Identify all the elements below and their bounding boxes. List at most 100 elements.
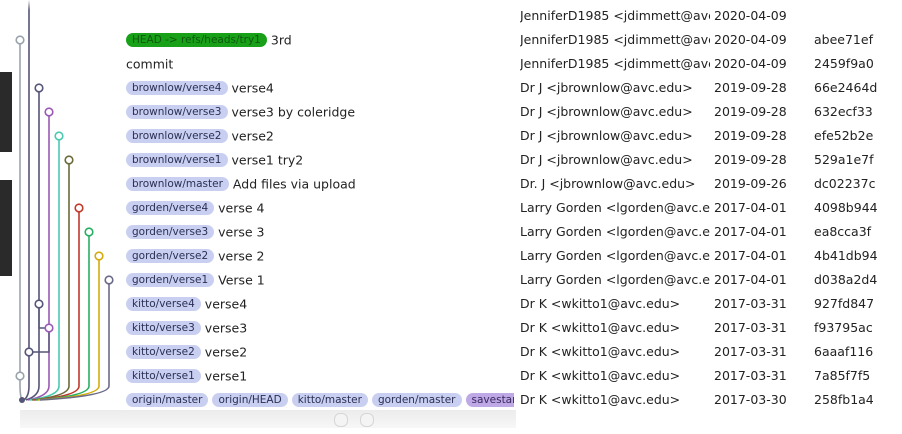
branch-ref-badge[interactable]: brownlow/verse1 bbox=[126, 152, 228, 167]
commit-date: 2019-09-28 bbox=[714, 104, 787, 119]
commit-subject: brownlow/verse4 verse4 bbox=[126, 76, 514, 100]
commit-date: 2019-09-28 bbox=[714, 152, 787, 167]
head-ref-badge[interactable]: HEAD -> refs/heads/try1 bbox=[126, 32, 267, 47]
commit-subject: origin/master origin/HEAD kitto/master gord… bbox=[126, 388, 514, 412]
branch-ref-badge[interactable]: gorden/verse2 bbox=[126, 248, 215, 263]
commit-subject: brownlow/verse2 verse2 bbox=[126, 124, 514, 148]
branch-ref-badge[interactable]: kitto/master bbox=[291, 392, 368, 407]
commit-subject: kitto/verse3 verse3 bbox=[126, 316, 514, 340]
commit-message: verse1 bbox=[204, 368, 248, 384]
commit-hash: 529a1e7f bbox=[814, 152, 874, 167]
commit-author: Dr. J <jbrownlow@avc.edu> bbox=[520, 176, 696, 191]
branch-ref-badge[interactable]: gorden/master bbox=[371, 392, 462, 407]
branch-ref-badge[interactable]: kitto/verse1 bbox=[126, 368, 201, 383]
commit-hash: 927fd847 bbox=[814, 296, 875, 311]
commit-subject: gorden/verse4 verse 4 bbox=[126, 196, 514, 220]
branch-ref-badge[interactable]: origin/master bbox=[126, 392, 209, 407]
commit-subject: kitto/verse4 verse4 bbox=[126, 292, 514, 316]
commit-row[interactable]: gorden/verse2 verse 2 Larry Gorden <lgorde… bbox=[0, 244, 902, 268]
commit-subject: HEAD -> refs/heads/try1 3rd bbox=[126, 28, 514, 52]
commit-author: Dr J <jbrownlow@avc.edu> bbox=[520, 152, 693, 167]
commit-message: verse1 try2 bbox=[231, 152, 304, 168]
commit-row[interactable]: brownlow/verse2 verse2 Dr J <jbrownlow@avc… bbox=[0, 124, 902, 148]
branch-ref-badge[interactable]: kitto/verse4 bbox=[126, 296, 201, 311]
horizontal-scrollbar[interactable] bbox=[20, 410, 516, 428]
commit-message: verse4 bbox=[204, 296, 248, 312]
commit-date: 2017-03-31 bbox=[714, 368, 787, 383]
commit-date: 2017-03-30 bbox=[714, 392, 787, 407]
top-fade bbox=[0, 0, 902, 10]
commit-hash: abee71ef bbox=[814, 32, 873, 47]
branch-ref-badge[interactable]: origin/HEAD bbox=[212, 392, 288, 407]
commit-date: 2017-03-31 bbox=[714, 296, 787, 311]
commit-hash: 258fb1a4 bbox=[814, 392, 874, 407]
scroll-right-icon[interactable] bbox=[360, 413, 374, 427]
commit-message: verse3 bbox=[204, 320, 248, 336]
commit-hash: efe52b2e bbox=[814, 128, 874, 143]
commit-hash: ea8cca3f bbox=[814, 224, 872, 239]
commit-author: JenniferD1985 <jdimmett@avc.edu> bbox=[520, 32, 710, 47]
commit-row[interactable]: kitto/verse1 verse1 Dr K <wkitto1@avc.edu>… bbox=[0, 364, 902, 388]
commit-row[interactable]: kitto/verse3 verse3 Dr K <wkitto1@avc.edu>… bbox=[0, 316, 902, 340]
branch-ref-badge[interactable]: gorden/verse3 bbox=[126, 224, 215, 239]
branch-ref-badge[interactable]: gorden/verse1 bbox=[126, 272, 215, 287]
commit-date: 2017-03-31 bbox=[714, 344, 787, 359]
commit-author: Larry Gorden <lgorden@avc.edu> bbox=[520, 248, 710, 263]
commit-hash: 66e2464d bbox=[814, 80, 878, 95]
commit-hash: 632ecf33 bbox=[814, 104, 873, 119]
commit-message: verse2 bbox=[231, 128, 274, 144]
commit-author: Dr K <wkitto1@avc.edu> bbox=[520, 296, 681, 311]
commit-message: 3rd bbox=[270, 32, 292, 48]
commit-subject: brownlow/verse1 verse1 try2 bbox=[126, 148, 514, 172]
commit-author: Dr K <wkitto1@avc.edu> bbox=[520, 320, 681, 335]
commit-row[interactable]: kitto/verse2 verse2 Dr K <wkitto1@avc.edu>… bbox=[0, 340, 902, 364]
commit-hash: 4b41db94 bbox=[814, 248, 878, 263]
commit-date: 2017-04-01 bbox=[714, 224, 787, 239]
commit-hash: dc02237c bbox=[814, 176, 876, 191]
commit-row[interactable]: commit JenniferD1985 <jdimmett@avc.edu> 20… bbox=[0, 52, 902, 76]
branch-ref-badge[interactable]: brownlow/master bbox=[126, 176, 229, 191]
commit-author: Dr K <wkitto1@avc.edu> bbox=[520, 344, 681, 359]
commit-hash: 4098b944 bbox=[814, 200, 878, 215]
branch-ref-badge[interactable]: brownlow/verse4 bbox=[126, 80, 228, 95]
branch-ref-badge[interactable]: brownlow/verse3 bbox=[126, 104, 228, 119]
commit-row[interactable]: origin/master origin/HEAD kitto/master gord… bbox=[0, 388, 902, 412]
commit-row[interactable]: gorden/verse1 Verse 1 Larry Gorden <lgorde… bbox=[0, 268, 902, 292]
commit-row[interactable]: gorden/verse3 verse 3 Larry Gorden <lgorde… bbox=[0, 220, 902, 244]
commit-date: 2020-04-09 bbox=[714, 32, 787, 47]
commit-subject: kitto/verse2 verse2 bbox=[126, 340, 514, 364]
commit-author: JenniferD1985 <jdimmett@avc.edu> bbox=[520, 56, 710, 71]
commit-row[interactable]: gorden/verse4 verse 4 Larry Gorden <lgorde… bbox=[0, 196, 902, 220]
commit-row[interactable]: kitto/verse4 verse4 Dr K <wkitto1@avc.edu>… bbox=[0, 292, 902, 316]
scroll-left-icon[interactable] bbox=[334, 413, 348, 427]
tag-ref-badge[interactable]: savestart bbox=[465, 392, 514, 407]
commit-hash: 2459f9a0 bbox=[814, 56, 874, 71]
commit-hash: 6aaaf116 bbox=[814, 344, 874, 359]
branch-ref-badge[interactable]: gorden/verse4 bbox=[126, 200, 215, 215]
commit-date: 2019-09-28 bbox=[714, 128, 787, 143]
commit-author: Dr J <jbrownlow@avc.edu> bbox=[520, 128, 693, 143]
commit-row[interactable]: HEAD -> refs/heads/try1 3rd JenniferD1985 … bbox=[0, 28, 902, 52]
commit-message: verse4 bbox=[231, 80, 274, 96]
commit-subject: brownlow/master Add files via upload bbox=[126, 172, 514, 196]
branch-ref-badge[interactable]: kitto/verse3 bbox=[126, 320, 201, 335]
commit-author: Larry Gorden <lgorden@avc.edu> bbox=[520, 200, 710, 215]
commit-row[interactable]: brownlow/verse1 verse1 try2 Dr J <jbrownlo… bbox=[0, 148, 902, 172]
commit-message: Add files via upload bbox=[232, 176, 356, 192]
commit-subject: brownlow/verse3 verse3 by coleridge bbox=[126, 100, 514, 124]
branch-ref-badge[interactable]: brownlow/verse2 bbox=[126, 128, 228, 143]
commit-subject: commit bbox=[126, 52, 514, 76]
commit-row[interactable]: brownlow/verse4 verse4 Dr J <jbrownlow@avc… bbox=[0, 76, 902, 100]
commit-message: verse 4 bbox=[218, 200, 265, 216]
commit-row[interactable]: brownlow/verse3 verse3 by coleridge Dr J <… bbox=[0, 100, 902, 124]
commit-hash: 7a85f7f5 bbox=[814, 368, 871, 383]
commit-date: 2017-03-31 bbox=[714, 320, 787, 335]
commit-row[interactable]: brownlow/master Add files via upload Dr. J… bbox=[0, 172, 902, 196]
commit-subject: gorden/verse1 Verse 1 bbox=[126, 268, 514, 292]
commit-message: verse3 by coleridge bbox=[231, 104, 356, 120]
commit-date: 2017-04-01 bbox=[714, 272, 787, 287]
commit-date: 2020-04-09 bbox=[714, 56, 787, 71]
commit-message: verse2 bbox=[204, 344, 248, 360]
branch-ref-badge[interactable]: kitto/verse2 bbox=[126, 344, 201, 359]
commit-date: 2017-04-01 bbox=[714, 200, 787, 215]
